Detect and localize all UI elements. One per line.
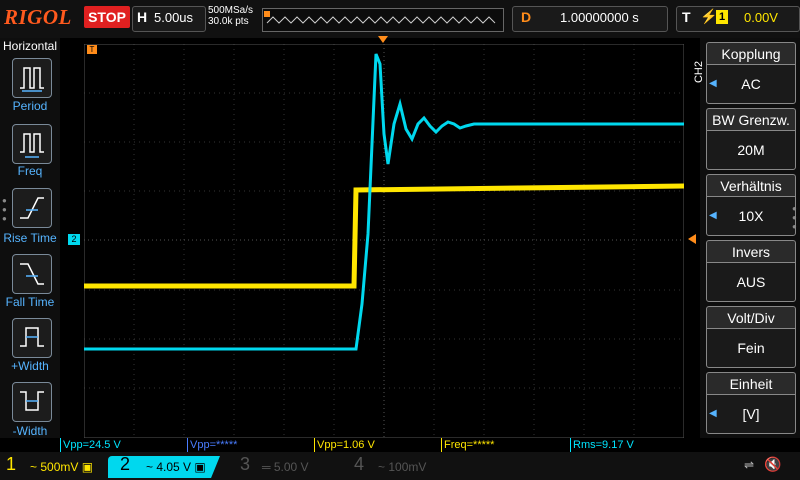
ch4-scale[interactable]: ~ 100mV	[378, 460, 426, 474]
ch2-scale-value: 4.05 V	[156, 460, 192, 474]
minus-width-icon	[20, 391, 44, 411]
freq-button[interactable]	[12, 124, 52, 164]
invert-title: Invers	[706, 240, 796, 263]
plus-width-icon	[20, 327, 44, 347]
ch2-scale: ~ 4.05 V ▣	[146, 460, 206, 474]
brand-logo: RIGOL	[4, 5, 72, 29]
ac-coupling-icon: ~	[378, 460, 389, 474]
ch3-scale[interactable]: ═ 5.00 V	[262, 460, 309, 474]
rise-time-button[interactable]	[12, 188, 52, 228]
coupling-title: Kopplung	[706, 42, 796, 65]
ch1-scale[interactable]: ~ 500mV ▣	[30, 460, 93, 474]
volt-div-title: Volt/Div	[706, 306, 796, 329]
plus-width-button[interactable]	[12, 318, 52, 358]
waveform-grid	[83, 43, 685, 439]
measurement-ch1-vpp[interactable]: Vpp=1.06 V	[314, 438, 441, 453]
memory-overview	[262, 8, 504, 32]
memory-points: 30.0k pts	[208, 16, 249, 27]
timebase-value: 5.00us	[154, 10, 194, 25]
sample-rate: 500MSa/s	[208, 5, 254, 16]
ch3-scale-value: 5.00 V	[273, 460, 309, 474]
ch4-number[interactable]: 4	[354, 454, 364, 475]
horizontal-label: H	[137, 9, 148, 25]
usb-icon: ⇌	[744, 458, 755, 472]
measurement-ch2-vpp[interactable]: Vpp=24.5 V	[60, 438, 187, 453]
trigger-position-marker[interactable]: T	[87, 45, 97, 54]
ch1-scale-value: 500mV	[40, 460, 79, 474]
bandwidth-title: BW Grenzw.	[706, 108, 796, 131]
minus-width-label: -Width	[12, 424, 48, 438]
unit-title: Einheit	[706, 372, 796, 395]
ch3-number[interactable]: 3	[240, 454, 250, 475]
trigger-level: 0.00V	[744, 10, 778, 25]
acquisition-info: 500MSa/s 30.0k pts	[208, 5, 253, 27]
dc-coupling-icon: ═	[262, 460, 274, 474]
period-label: Period	[12, 99, 48, 113]
right-menu-page-dots: ● ● ●	[792, 204, 797, 231]
ch1-number[interactable]: 1	[6, 454, 16, 475]
trigger-label: T	[682, 9, 691, 25]
measurement-rms[interactable]: Rms=9.17 V	[570, 438, 697, 453]
period-button[interactable]	[12, 58, 52, 98]
trigger-box[interactable]	[676, 6, 800, 32]
delay-value: 1.00000000 s	[560, 10, 639, 25]
coupling-value[interactable]: AC	[706, 64, 796, 104]
trigger-source: 1	[716, 10, 728, 24]
ac-coupling-icon: ~	[30, 460, 41, 474]
trigger-time-marker[interactable]	[378, 36, 388, 43]
trigger-level-marker[interactable]	[688, 234, 696, 244]
waveform-display[interactable]	[83, 43, 685, 439]
memory-waveform-icon	[264, 11, 496, 24]
menu-page-dots: ● ● ●	[2, 196, 7, 223]
measurement-vpp-empty[interactable]: Vpp=*****	[187, 438, 314, 453]
fall-time-button[interactable]	[12, 254, 52, 294]
bandwidth-value[interactable]: 20M	[706, 130, 796, 170]
rising-edge-icon: ⚡	[700, 8, 718, 24]
probe-ratio-value[interactable]: 10X	[706, 196, 796, 236]
fall-time-label: Fall Time	[5, 295, 55, 309]
mute-speaker-icon[interactable]: 🔇	[764, 456, 781, 473]
measurement-freq[interactable]: Freq=*****	[441, 438, 568, 453]
rise-time-label: Rise Time	[3, 231, 57, 245]
ch2-number: 2	[120, 454, 131, 474]
ch4-scale-value: 100mV	[388, 460, 427, 474]
ac-coupling-icon: ~	[146, 460, 157, 474]
probe-ratio-title: Verhältnis	[706, 174, 796, 197]
menu-channel-tag: CH2	[693, 60, 706, 84]
delay-label: D	[521, 9, 532, 25]
probe-ratio-arrow-icon: ◀	[709, 210, 717, 221]
invert-value[interactable]: AUS	[706, 262, 796, 302]
minus-width-button[interactable]	[12, 382, 52, 422]
left-menu-title: Horizontal	[3, 39, 58, 53]
fall-time-icon	[20, 263, 44, 285]
plus-width-label: +Width	[11, 359, 49, 373]
coupling-arrow-icon: ◀	[709, 78, 717, 89]
unit-arrow-icon: ◀	[709, 408, 717, 419]
ch2-reference-marker[interactable]: 2	[68, 234, 80, 245]
volt-div-value[interactable]: Fein	[706, 328, 796, 368]
run-stop-indicator[interactable]: STOP	[84, 6, 130, 28]
freq-icon	[20, 133, 44, 158]
freq-label: Freq	[17, 164, 43, 178]
unit-value[interactable]: [V]	[706, 394, 796, 434]
period-icon	[20, 67, 44, 92]
rise-time-icon	[20, 197, 44, 219]
